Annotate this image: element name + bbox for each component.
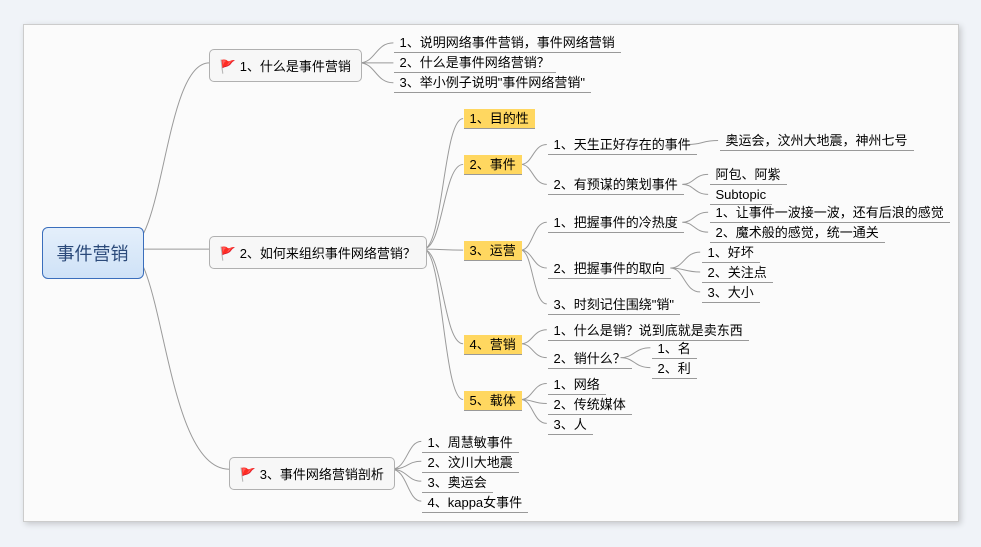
node-op-2-leaf2[interactable]: 2、关注点 (702, 263, 773, 283)
node-m3-1[interactable]: 1、周慧敏事件 (422, 433, 519, 453)
node-op-1[interactable]: 1、把握事件的冷热度 (548, 213, 684, 233)
root-node[interactable]: 事件营销 (42, 227, 144, 279)
node-event-2[interactable]: 2、有预谋的策划事件 (548, 175, 684, 195)
main-label: 2、如何来组织事件网络营销？ (240, 246, 416, 261)
node-op-3[interactable]: 3、时刻记住围绕"销" (548, 295, 680, 315)
node-marketing[interactable]: 4、营销 (464, 335, 522, 355)
node-m1-1[interactable]: 1、说明网络事件营销，事件网络营销 (394, 33, 621, 53)
node-op-1-leaf2[interactable]: 2、魔术般的感觉，统一通关 (710, 223, 885, 243)
node-m3-4[interactable]: 4、kappa女事件 (422, 493, 529, 513)
node-m1-2[interactable]: 2、什么是事件网络营销？ (394, 53, 556, 73)
node-operation[interactable]: 3、运营 (464, 241, 522, 261)
flag-icon: 🚩 (220, 59, 236, 74)
node-car-3[interactable]: 3、人 (548, 415, 593, 435)
node-car-2[interactable]: 2、传统媒体 (548, 395, 632, 415)
main-node-3[interactable]: 🚩 3、事件网络营销剖析 (229, 457, 395, 490)
node-purpose[interactable]: 1、目的性 (464, 109, 535, 129)
flag-icon: 🚩 (220, 246, 236, 261)
main-label: 1、什么是事件营销 (240, 59, 351, 74)
node-car-1[interactable]: 1、网络 (548, 375, 606, 395)
node-carrier[interactable]: 5、载体 (464, 391, 522, 411)
node-op-2-leaf3[interactable]: 3、大小 (702, 283, 760, 303)
node-event-2-leaf2[interactable]: Subtopic (710, 185, 773, 205)
mindmap-frame: 事件营销 🚩 1、什么是事件营销 🚩 2、如何来组织事件网络营销？ 🚩 3、事件网络营… (23, 24, 959, 522)
node-op-2-leaf1[interactable]: 1、好坏 (702, 243, 760, 263)
node-op-1-leaf1[interactable]: 1、让事件一波接一波，还有后浪的感觉 (710, 203, 950, 223)
node-event-2-leaf1[interactable]: 阿包、阿紫 (710, 165, 787, 185)
node-mkt-2[interactable]: 2、销什么？ (548, 349, 632, 369)
main-node-1[interactable]: 🚩 1、什么是事件营销 (209, 49, 362, 82)
node-event-1[interactable]: 1、天生正好存在的事件 (548, 135, 697, 155)
flag-icon: 🚩 (240, 467, 256, 482)
node-op-2[interactable]: 2、把握事件的取向 (548, 259, 671, 279)
node-m3-3[interactable]: 3、奥运会 (422, 473, 493, 493)
node-event-1-leaf[interactable]: 奥运会，汶州大地震，神州七号 (720, 131, 914, 151)
node-event[interactable]: 2、事件 (464, 155, 522, 175)
node-m3-2[interactable]: 2、汶川大地震 (422, 453, 519, 473)
node-mkt-1[interactable]: 1、什么是销？说到底就是卖东西 (548, 321, 749, 341)
main-label: 3、事件网络营销剖析 (260, 467, 384, 482)
main-node-2[interactable]: 🚩 2、如何来组织事件网络营销？ (209, 236, 427, 269)
node-mkt-2-leaf2[interactable]: 2、利 (652, 359, 697, 379)
node-m1-3[interactable]: 3、举小例子说明"事件网络营销" (394, 73, 591, 93)
node-mkt-2-leaf1[interactable]: 1、名 (652, 339, 697, 359)
